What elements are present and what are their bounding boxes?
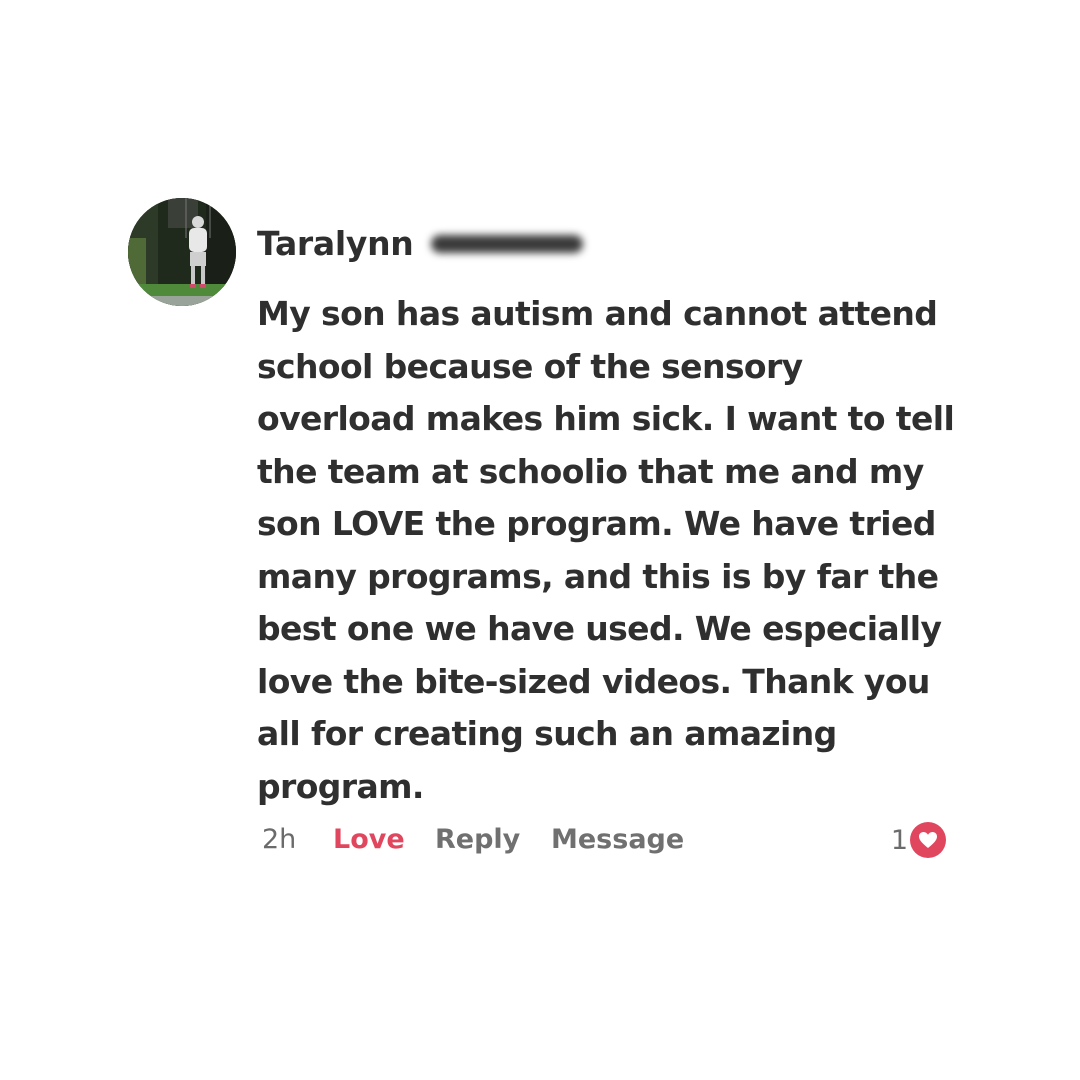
comment-text-line: all for creating such an amazing xyxy=(257,714,837,753)
comment-text-line: program. xyxy=(257,766,424,806)
author-row: Taralynn xyxy=(257,218,977,268)
comment-actions: 2h Love Reply Message 1 xyxy=(262,822,952,864)
author-name[interactable]: Taralynn xyxy=(257,224,414,263)
comment-text-line: love the bite-sized videos. Thank you xyxy=(257,661,930,701)
comment-text-line: school because of the sensory xyxy=(257,346,803,386)
reaction-summary[interactable]: 1 xyxy=(891,822,946,858)
reaction-count: 1 xyxy=(890,824,908,856)
comment-text-line: overload makes him sick. I want to tell xyxy=(257,399,955,438)
comment-text-line: many programs, and this is by far the xyxy=(257,556,939,596)
avatar-photo xyxy=(128,198,236,306)
comment-text-line: the team at schoolio that me and my xyxy=(257,451,924,491)
love-button[interactable]: Love xyxy=(333,824,405,855)
comment-text-line: best one we have used. We especially xyxy=(257,609,942,648)
heart-icon xyxy=(910,822,946,858)
comment-text-line: son LOVE the program. We have tried xyxy=(257,504,936,543)
comment-text-line: My son has autism and cannot attend xyxy=(257,294,938,333)
message-button[interactable]: Message xyxy=(551,824,684,855)
comment: Taralynn My son has autism and cannot at… xyxy=(257,218,977,813)
avatar[interactable] xyxy=(128,198,236,306)
reply-button[interactable]: Reply xyxy=(435,824,520,855)
redacted-surname xyxy=(431,235,584,253)
comment-text: My son has autism and cannot attend scho… xyxy=(257,288,977,813)
timestamp[interactable]: 2h xyxy=(262,824,296,855)
